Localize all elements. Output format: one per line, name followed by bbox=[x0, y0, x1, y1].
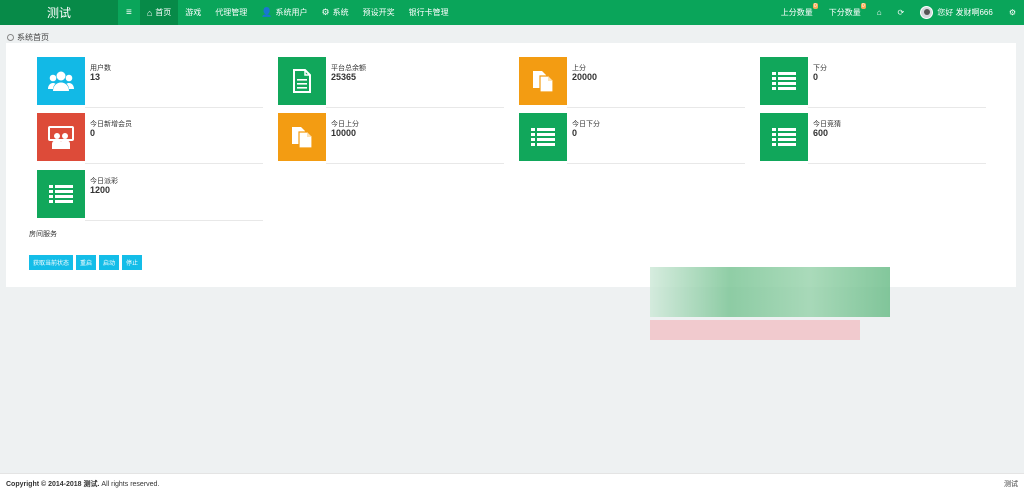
breadcrumb-label[interactable]: 系统首页 bbox=[17, 32, 49, 43]
dashboard-panel: 用户数 13 平台总余额 25365 上分 20000 下分 0 今日新增会员 … bbox=[6, 43, 1016, 287]
stat-user-count: 用户数 13 bbox=[37, 57, 263, 108]
up-count-badge: 0 bbox=[812, 3, 818, 9]
stat-down-score: 下分 0 bbox=[760, 57, 986, 108]
nav-item-home[interactable]: ⌂ 首页 bbox=[139, 0, 179, 25]
avatar bbox=[920, 6, 934, 19]
redacted-block-green bbox=[650, 267, 890, 317]
brand-logo[interactable]: 测试 bbox=[0, 0, 118, 25]
copyright-rest: All rights reserved. bbox=[99, 481, 160, 488]
start-button[interactable]: 启动 bbox=[99, 255, 120, 270]
list-icon bbox=[37, 170, 85, 218]
stat-value: 0 bbox=[572, 128, 578, 138]
room-service-title: 房间服务 bbox=[29, 231, 57, 238]
nav-item-label: 系统 bbox=[332, 8, 349, 17]
home-icon: ⌂ bbox=[146, 7, 153, 18]
refresh-icon[interactable]: ⟳ bbox=[890, 0, 913, 25]
divider bbox=[85, 220, 263, 221]
divider bbox=[567, 107, 745, 108]
stat-value: 0 bbox=[813, 72, 819, 82]
stat-new-members-today: 今日新增会员 0 bbox=[37, 113, 263, 164]
copyright-bold: Copyright © 2014-2018 测试. bbox=[6, 481, 100, 488]
down-count-link[interactable]: 下分数量 0 bbox=[821, 0, 869, 25]
nav-item-label: 预设开奖 bbox=[362, 8, 395, 17]
divider bbox=[567, 163, 745, 164]
home-icon[interactable]: ⌂ bbox=[869, 0, 890, 25]
nav-item-label: 首页 bbox=[155, 8, 172, 17]
nav-item-system-users[interactable]: 👤 系统用户 bbox=[254, 0, 314, 25]
divider bbox=[85, 163, 263, 164]
stat-value: 13 bbox=[90, 72, 101, 82]
list-icon bbox=[519, 113, 567, 161]
stat-value: 600 bbox=[813, 128, 829, 138]
breadcrumb: 系统首页 bbox=[7, 32, 49, 43]
stat-value: 0 bbox=[90, 128, 96, 138]
divider bbox=[326, 163, 504, 164]
restart-button[interactable]: 重启 bbox=[76, 255, 97, 270]
nav-item-agent-management[interactable]: 代理管理 bbox=[208, 0, 254, 25]
stat-up-score: 上分 20000 bbox=[519, 57, 745, 108]
stat-value: 1200 bbox=[90, 185, 111, 195]
main-nav: ≡ ⌂ 首页 游戏 代理管理 👤 系统用户 ⚙ 系统 预设开奖 银行卡管理 bbox=[118, 0, 456, 25]
redacted-block-pink bbox=[650, 320, 860, 340]
down-count-badge: 0 bbox=[860, 3, 866, 9]
circle-icon bbox=[7, 34, 14, 41]
group-icon bbox=[37, 113, 85, 161]
room-service-buttons: 获取当前状态 重启 启动 停止 bbox=[29, 255, 145, 270]
footer: Copyright © 2014-2018 测试. All rights res… bbox=[0, 473, 1024, 494]
user-greeting: 您好 发财啊666 bbox=[937, 8, 993, 17]
nav-item-bank-card[interactable]: 银行卡管理 bbox=[402, 0, 456, 25]
stat-payout-today: 今日派彩 1200 bbox=[37, 170, 263, 221]
nav-item-game[interactable]: 游戏 bbox=[178, 0, 208, 25]
menu-toggle-icon[interactable]: ≡ bbox=[118, 0, 140, 25]
up-count-link[interactable]: 上分数量 0 bbox=[773, 0, 821, 25]
divider bbox=[808, 107, 986, 108]
divider bbox=[85, 107, 263, 108]
nav-item-preset-draw[interactable]: 预设开奖 bbox=[356, 0, 402, 25]
nav-item-label: 游戏 bbox=[185, 8, 202, 17]
top-navbar: 测试 ≡ ⌂ 首页 游戏 代理管理 👤 系统用户 ⚙ 系统 预设开奖 银行卡管理… bbox=[0, 0, 1024, 25]
redacted-area bbox=[620, 262, 900, 342]
nav-item-label: 代理管理 bbox=[215, 8, 248, 17]
divider bbox=[808, 163, 986, 164]
down-count-label: 下分数量 bbox=[828, 8, 861, 17]
stop-button[interactable]: 停止 bbox=[122, 255, 143, 270]
file-icon bbox=[278, 57, 326, 105]
gear-icon: ⚙ bbox=[321, 7, 330, 17]
divider bbox=[326, 107, 504, 108]
stat-value: 25365 bbox=[331, 72, 357, 82]
user-menu[interactable]: 您好 发财啊666 bbox=[912, 0, 1001, 25]
nav-item-label: 系统用户 bbox=[275, 8, 308, 17]
up-count-label: 上分数量 bbox=[780, 8, 813, 17]
user-icon: 👤 bbox=[261, 7, 273, 17]
list-icon bbox=[760, 113, 808, 161]
nav-item-label: 银行卡管理 bbox=[408, 8, 449, 17]
copyright: Copyright © 2014-2018 测试. All rights res… bbox=[6, 479, 159, 489]
copy-icon bbox=[519, 57, 567, 105]
stat-platform-balance: 平台总余额 25365 bbox=[278, 57, 504, 108]
stat-label: 今日新增会员 bbox=[90, 121, 132, 128]
footer-right-label: 测试 bbox=[1004, 481, 1018, 488]
stat-value: 10000 bbox=[331, 128, 357, 138]
get-status-button[interactable]: 获取当前状态 bbox=[29, 255, 74, 270]
list-icon bbox=[760, 57, 808, 105]
stat-value: 20000 bbox=[572, 72, 598, 82]
stat-up-score-today: 今日上分 10000 bbox=[278, 113, 504, 164]
stat-bets-today: 今日竞猜 600 bbox=[760, 113, 986, 164]
nav-item-system[interactable]: ⚙ 系统 bbox=[315, 0, 356, 25]
nav-right: 上分数量 0 下分数量 0 ⌂ ⟳ 您好 发财啊666 ⚙ bbox=[773, 0, 1024, 25]
copy-icon bbox=[278, 113, 326, 161]
settings-gears-icon[interactable]: ⚙ bbox=[1001, 0, 1024, 25]
stat-down-score-today: 今日下分 0 bbox=[519, 113, 745, 164]
users-icon bbox=[37, 57, 85, 105]
